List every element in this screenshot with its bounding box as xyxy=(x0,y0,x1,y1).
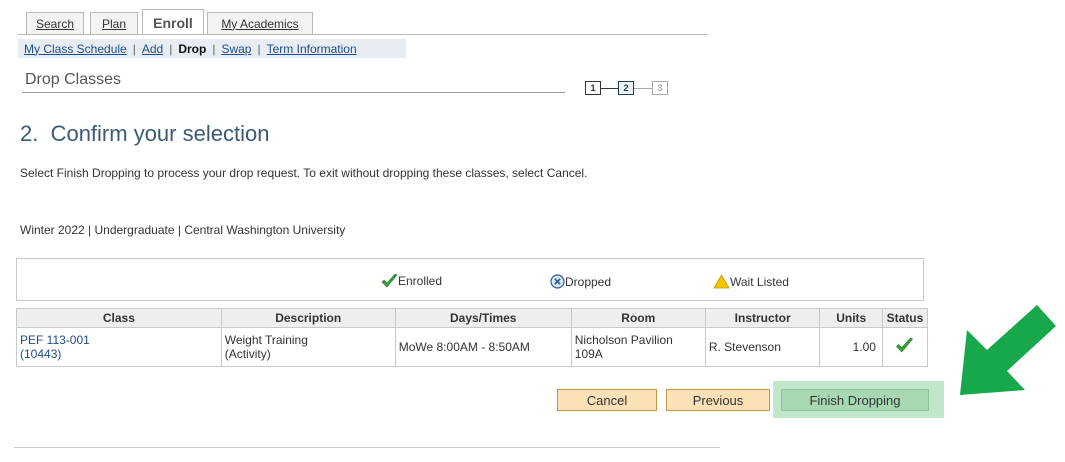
table-row: PEF 113-001 (10443) Weight Training (Act… xyxy=(16,327,929,367)
finish-dropping-button[interactable]: Finish Dropping xyxy=(781,389,929,411)
column-header-description: Description xyxy=(220,308,396,328)
class-number[interactable]: (10443) xyxy=(20,347,218,361)
section-heading: 2. Confirm your selection xyxy=(20,121,270,146)
subnav-separator: | xyxy=(132,41,136,56)
room-line: Nicholson Pavilion xyxy=(574,333,673,347)
column-header-class: Class xyxy=(16,308,222,328)
instructions-text: Select Finish Dropping to process your d… xyxy=(20,166,588,180)
tab-plan[interactable]: Plan xyxy=(90,12,138,34)
checkmark-icon xyxy=(896,337,914,353)
term-info: Winter 2022 | Undergraduate | Central Wa… xyxy=(20,223,346,237)
class-cell[interactable]: PEF 113-001 (10443) xyxy=(16,327,222,367)
status-cell xyxy=(881,327,929,367)
class-table: Class Description Days/Times Room Instru… xyxy=(16,308,929,367)
cancel-button[interactable]: Cancel xyxy=(557,389,657,411)
step-connector xyxy=(601,88,618,89)
checkmark-icon xyxy=(381,274,398,288)
step-connector xyxy=(634,88,652,89)
units-cell: 1.00 xyxy=(819,327,883,367)
status-legend: Enrolled Dropped Wait Listed xyxy=(16,258,924,301)
legend-enrolled: Enrolled xyxy=(381,274,442,288)
class-code[interactable]: PEF 113-001 xyxy=(20,333,218,347)
previous-button[interactable]: Previous xyxy=(666,389,770,411)
subnav-separator: | xyxy=(212,41,216,56)
description-cell: Weight Training (Activity) xyxy=(220,327,396,367)
description-line: (Activity) xyxy=(224,347,271,361)
column-header-units: Units xyxy=(819,308,883,328)
subnav-separator: | xyxy=(257,41,261,56)
tab-enroll[interactable]: Enroll xyxy=(142,9,204,35)
days-times-cell: MoWe 8:00AM - 8:50AM xyxy=(394,327,572,367)
subnav-add[interactable]: Add xyxy=(142,42,163,56)
subnav-drop: Drop xyxy=(178,41,207,56)
page-title: Drop Classes xyxy=(25,71,122,88)
room-line: 109A xyxy=(574,347,603,361)
tab-underline xyxy=(18,34,708,35)
step-1-indicator: 1 xyxy=(585,81,601,95)
column-header-room: Room xyxy=(570,308,706,328)
step-3-indicator: 3 xyxy=(652,81,668,95)
column-header-days-times: Days/Times xyxy=(394,308,572,328)
subnav-term-information[interactable]: Term Information xyxy=(267,42,357,56)
bottom-divider xyxy=(14,447,720,448)
title-divider xyxy=(22,92,565,93)
table-header-row: Class Description Days/Times Room Instru… xyxy=(16,308,929,328)
warning-triangle-icon xyxy=(713,274,730,289)
tab-my-academics[interactable]: My Academics xyxy=(207,12,313,34)
legend-dropped: Dropped xyxy=(550,274,611,289)
room-cell: Nicholson Pavilion 109A xyxy=(570,327,706,367)
column-header-status: Status xyxy=(881,308,929,328)
subnav-swap[interactable]: Swap xyxy=(221,42,251,56)
step-2-indicator: 2 xyxy=(618,81,634,95)
pointer-arrow-icon xyxy=(960,305,1056,395)
tab-search[interactable]: Search xyxy=(26,12,84,34)
column-header-instructor: Instructor xyxy=(704,308,821,328)
description-line: Weight Training xyxy=(224,333,308,347)
enroll-subnav: My Class Schedule | Add | Drop | Swap | … xyxy=(18,39,406,58)
dropped-x-circle-icon xyxy=(550,274,565,289)
instructor-cell: R. Stevenson xyxy=(704,327,821,367)
subnav-separator: | xyxy=(169,41,173,56)
legend-wait-listed: Wait Listed xyxy=(713,274,789,289)
subnav-my-class-schedule[interactable]: My Class Schedule xyxy=(24,42,127,56)
